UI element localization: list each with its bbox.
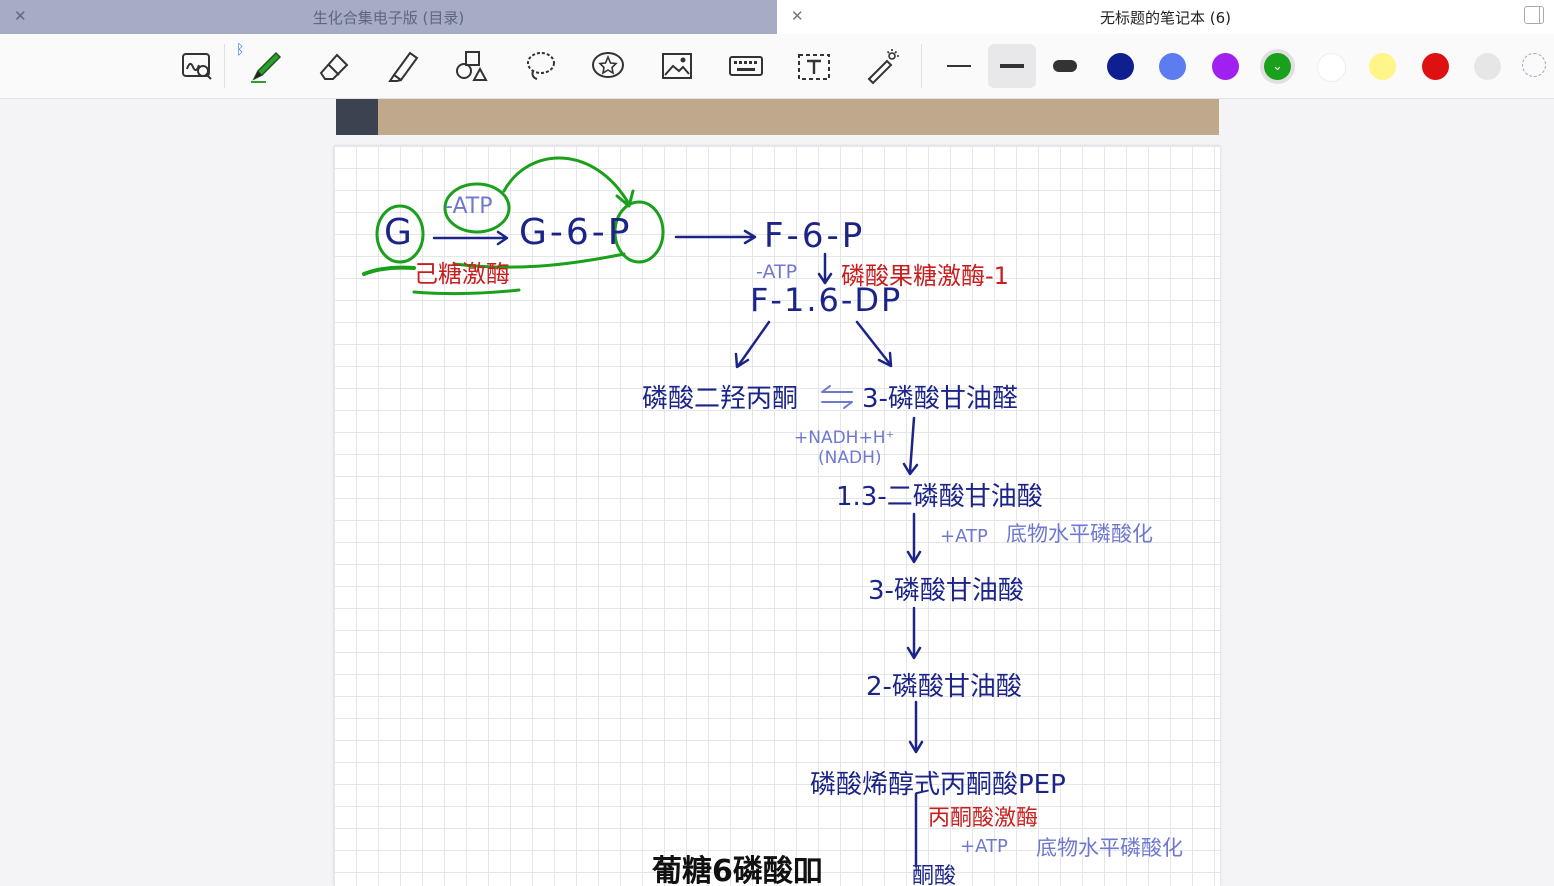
- custom-color-icon[interactable]: [1522, 53, 1546, 77]
- note-13bpg: 1.3-二磷酸甘油酸: [836, 482, 1043, 512]
- tab-title: 无标题的笔记本 (6): [1099, 8, 1232, 27]
- split-panel-icon[interactable]: [1524, 6, 1544, 24]
- checkmark-icon: ⌄: [1272, 59, 1283, 74]
- zoom-write-button[interactable]: [177, 46, 217, 86]
- image-tool-button[interactable]: [657, 46, 697, 86]
- zoom-write-icon: [182, 53, 212, 80]
- color-swatch-green[interactable]: ⌄: [1264, 53, 1291, 80]
- bluetooth-icon: ᛒ: [236, 42, 245, 58]
- laser-pointer-icon: [867, 49, 899, 85]
- note-2pg: 2-磷酸甘油酸: [866, 672, 1022, 702]
- text-box-tool-button[interactable]: [794, 46, 834, 86]
- color-swatch-white[interactable]: [1317, 53, 1346, 82]
- color-swatch-purple[interactable]: [1212, 53, 1239, 80]
- drawing-toolbar: ᛒ ⌄: [0, 34, 1554, 99]
- color-swatch-blue[interactable]: [1159, 53, 1186, 80]
- highlighter-tool-button[interactable]: [383, 46, 423, 86]
- note-page[interactable]: G G-6-P -ATP 己糖激酶 F-6-P -ATP 磷酸果糖激酶-1 F-…: [334, 146, 1220, 886]
- note-f6p: F-6-P: [764, 216, 866, 256]
- notebook-cover-strip: [336, 99, 1219, 135]
- stroke-thick-icon: [1053, 60, 1077, 72]
- note-dhap: 磷酸二羟丙酮: [642, 384, 799, 414]
- image-icon: [662, 53, 692, 79]
- stroke-medium-icon: [1000, 64, 1024, 68]
- note-3pg: 3-磷酸甘油酸: [868, 576, 1024, 606]
- close-icon[interactable]: ✕: [791, 7, 804, 25]
- note-g3p: 3-磷酸甘油醛: [862, 384, 1018, 414]
- note-pyruvate-kinase: 丙酮酸激酶: [928, 806, 1039, 831]
- toolbar-divider: [224, 44, 225, 88]
- toolbar-divider: [921, 44, 922, 88]
- tab-untitled-notebook[interactable]: ✕ 无标题的笔记本 (6): [777, 0, 1554, 34]
- color-swatch-yellow[interactable]: [1369, 53, 1396, 80]
- note-atp-consumed-1: -ATP: [445, 194, 493, 219]
- stroke-medium-button[interactable]: [988, 44, 1036, 88]
- note-atp-produced-1: +ATP: [940, 526, 988, 547]
- color-swatch-red[interactable]: [1422, 53, 1449, 80]
- pen-icon: [251, 51, 282, 83]
- keyboard-tool-button[interactable]: [726, 46, 766, 86]
- lasso-tool-button[interactable]: [520, 46, 560, 86]
- eraser-icon: [319, 53, 349, 80]
- note-atp-consumed-2: -ATP: [756, 261, 798, 283]
- tab-title: 生化合集电子版 (目录): [312, 8, 465, 27]
- note-nadh-1: +NADH+H⁺: [794, 428, 895, 448]
- laser-pointer-tool-button[interactable]: [862, 46, 902, 86]
- note-hexokinase: 己糖激酶: [414, 260, 510, 288]
- note-substrate-level-phosphorylation-2: 底物水平磷酸化: [1036, 836, 1183, 860]
- lasso-icon: [527, 52, 555, 80]
- overlay-caption: 葡糖6磷酸吅: [652, 854, 823, 886]
- green-loop-arrow: [502, 156, 631, 206]
- close-icon[interactable]: ✕: [14, 7, 27, 25]
- highlighter-icon: [388, 51, 419, 82]
- shapes-tool-button[interactable]: [451, 46, 491, 86]
- shapes-icon: [456, 51, 488, 81]
- sticker-tool-button[interactable]: [588, 46, 628, 86]
- text-box-icon: [798, 54, 830, 80]
- note-nadh-2: (NADH): [818, 448, 882, 468]
- keyboard-icon: [729, 56, 763, 76]
- note-f16dp: F-1.6-DP: [750, 281, 903, 319]
- stroke-thin-icon: [947, 65, 971, 67]
- notebook-cover-tab: [336, 99, 378, 135]
- color-swatch-light-gray[interactable]: [1474, 53, 1501, 80]
- tab-biochem-ebook[interactable]: ✕ 生化合集电子版 (目录): [0, 0, 777, 34]
- color-swatch-navy[interactable]: [1107, 53, 1134, 80]
- eraser-tool-button[interactable]: [314, 46, 354, 86]
- stroke-thick-button[interactable]: [1041, 44, 1089, 88]
- sticker-icon: [592, 52, 624, 78]
- tab-bar: ✕ 生化合集电子版 (目录) ✕ 无标题的笔记本 (6): [0, 0, 1554, 34]
- note-substrate-level-phosphorylation-1: 底物水平磷酸化: [1006, 522, 1153, 546]
- note-glucose: G: [384, 212, 412, 253]
- note-g6p: G-6-P: [519, 212, 633, 253]
- pen-tool-button[interactable]: [245, 46, 285, 86]
- note-atp-produced-2: +ATP: [960, 836, 1008, 857]
- stroke-thin-button[interactable]: [935, 44, 983, 88]
- note-pyruvate-partial: 酮酸: [912, 864, 957, 886]
- note-pep: 磷酸烯醇式丙酮酸PEP: [810, 770, 1066, 800]
